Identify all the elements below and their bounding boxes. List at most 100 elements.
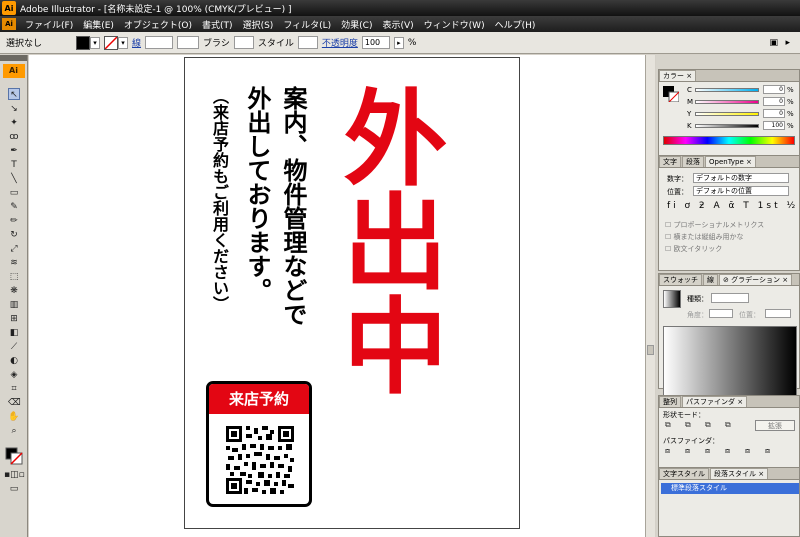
app-menu-icon[interactable]: Ai — [2, 18, 16, 30]
message-line-2[interactable]: 外出しております。 — [241, 86, 273, 302]
opacity-field[interactable]: 100 — [361, 36, 390, 49]
tab-pathfinder[interactable]: パスファインダ × — [682, 396, 748, 407]
reservation-qr-card[interactable]: 来店予約 — [206, 381, 312, 507]
magic-wand-tool-icon[interactable]: ✦ — [8, 117, 20, 129]
stroke-weight-field[interactable] — [145, 36, 174, 49]
fill-stroke-icon[interactable] — [5, 447, 23, 465]
opentype-feature-icons[interactable]: fi ơ ƻ A ᾱ T 1st ½ — [667, 201, 798, 211]
stroke-label[interactable]: 線 — [132, 36, 141, 49]
menu-view[interactable]: 表示(V) — [377, 18, 418, 31]
color-mode-icons[interactable]: ▪◫▫ — [4, 469, 25, 481]
slice-tool-icon[interactable]: ⌗ — [8, 383, 20, 395]
tab-paragraph-styles[interactable]: 段落スタイル × — [710, 468, 769, 479]
checkbox-kana[interactable]: ☐ 横または縦組み用かな — [665, 232, 744, 242]
checkbox-roman-italics[interactable]: ☐ 欧文イタリック — [665, 244, 722, 254]
gradient-location-field[interactable] — [765, 309, 791, 318]
document-canvas[interactable]: 外出中 案内、物件管理などで 外出しております。 （来店予約もご利用ください） … — [29, 55, 645, 537]
live-paint-tool-icon[interactable]: ◈ — [8, 369, 20, 381]
symbol-sprayer-tool-icon[interactable]: ❋ — [8, 285, 20, 297]
channel-k-slider[interactable] — [695, 124, 759, 128]
position-select[interactable]: デフォルトの位置 — [693, 186, 789, 196]
lasso-tool-icon[interactable]: ꝏ — [8, 131, 20, 143]
pencil-tool-icon[interactable]: ✏ — [8, 215, 20, 227]
paintbrush-tool-icon[interactable]: ✎ — [8, 201, 20, 213]
gradient-tool-icon[interactable]: ◧ — [8, 327, 20, 339]
color-fill-stroke-icon[interactable] — [663, 86, 680, 103]
channel-y-slider[interactable] — [695, 112, 759, 116]
tab-opentype[interactable]: OpenType × — [705, 156, 756, 167]
menu-window[interactable]: ウィンドウ(W) — [419, 18, 490, 31]
color-spectrum-bar[interactable] — [663, 136, 795, 145]
style-list-item[interactable]: 標準段落スタイル — [661, 483, 799, 494]
crop-icon[interactable]: ⧈ — [725, 446, 730, 456]
hand-tool-icon[interactable]: ✋ — [8, 411, 20, 423]
pen-tool-icon[interactable]: ✒ — [8, 145, 20, 157]
tab-stroke[interactable]: 線 — [703, 274, 718, 285]
channel-y-value[interactable]: 0 — [763, 109, 785, 118]
screen-mode-icon[interactable]: ▭ — [8, 483, 20, 495]
divide-icon[interactable]: ⧈ — [665, 446, 670, 456]
panel-options-icon[interactable]: ▣ — [769, 38, 778, 48]
eraser-tool-icon[interactable]: ⌫ — [8, 397, 21, 409]
tab-character[interactable]: 文字 — [659, 156, 681, 167]
channel-c-slider[interactable] — [695, 88, 759, 92]
menu-effect[interactable]: 効果(C) — [336, 18, 377, 31]
tab-gradient[interactable]: ⊘ グラデーション × — [719, 274, 793, 285]
menu-object[interactable]: オブジェクト(O) — [119, 18, 197, 31]
gradient-type-select[interactable] — [711, 293, 749, 303]
graph-tool-icon[interactable]: ▥ — [8, 299, 20, 311]
direct-selection-tool-icon[interactable]: ↘ — [8, 103, 20, 115]
opacity-label[interactable]: 不透明度 — [322, 36, 358, 49]
exclude-icon[interactable]: ⧉ — [725, 420, 731, 430]
opacity-dropdown-icon[interactable]: ▸ — [393, 36, 404, 49]
line-tool-icon[interactable]: ╲ — [8, 173, 20, 185]
trim-icon[interactable]: ⧈ — [685, 446, 690, 456]
gradient-angle-field[interactable] — [709, 309, 733, 318]
tab-swatches[interactable]: スウォッチ — [659, 274, 702, 285]
tab-paragraph[interactable]: 段落 — [682, 156, 704, 167]
intersect-icon[interactable]: ⧉ — [705, 420, 711, 430]
selection-tool-icon[interactable]: ↖ — [8, 88, 20, 100]
brush-field[interactable] — [233, 36, 254, 49]
channel-m-value[interactable]: 0 — [763, 97, 785, 106]
scale-tool-icon[interactable]: ⤢ — [8, 243, 20, 255]
canvas-vertical-scrollbar[interactable] — [645, 55, 655, 537]
rotate-tool-icon[interactable]: ↻ — [8, 229, 20, 241]
menu-arrow-icon[interactable]: ▸ — [785, 38, 790, 48]
zoom-tool-icon[interactable]: ⌕ — [8, 425, 20, 437]
headline-text[interactable]: 外出中 — [325, 84, 457, 396]
free-transform-tool-icon[interactable]: ⬚ — [8, 271, 20, 283]
scrollbar-thumb[interactable] — [647, 345, 654, 355]
artboard[interactable]: 外出中 案内、物件管理などで 外出しております。 （来店予約もご利用ください） … — [184, 57, 520, 529]
message-line-1[interactable]: 案内、物件管理などで — [277, 86, 309, 326]
checkbox-proportional-metrics[interactable]: ☐ プロポーショナルメトリクス — [665, 220, 764, 230]
merge-icon[interactable]: ⧈ — [705, 446, 710, 456]
mesh-tool-icon[interactable]: ⊞ — [8, 313, 20, 325]
eyedropper-tool-icon[interactable]: ⟋ — [8, 341, 20, 353]
stroke-swatch[interactable]: ▾ — [104, 35, 128, 50]
channel-c-value[interactable]: 0 — [763, 85, 785, 94]
minus-back-icon[interactable]: ⧈ — [765, 446, 770, 456]
menu-select[interactable]: 選択(S) — [238, 18, 279, 31]
unite-icon[interactable]: ⧉ — [665, 420, 671, 430]
expand-button[interactable]: 拡張 — [755, 420, 795, 431]
channel-m-slider[interactable] — [695, 100, 759, 104]
stroke-style-field[interactable] — [177, 36, 200, 49]
channel-k-value[interactable]: 100 — [763, 121, 785, 130]
tab-color[interactable]: カラー × — [659, 70, 697, 81]
menu-filter[interactable]: フィルタ(L) — [278, 18, 336, 31]
menu-edit[interactable]: 編集(E) — [78, 18, 119, 31]
numeral-select[interactable]: デフォルトの数字 — [693, 173, 789, 183]
tab-character-styles[interactable]: 文字スタイル — [659, 468, 709, 479]
menu-help[interactable]: ヘルプ(H) — [490, 18, 541, 31]
type-tool-icon[interactable]: T — [8, 159, 20, 171]
gradient-ramp[interactable] — [663, 326, 797, 396]
gradient-preview-swatch[interactable] — [663, 290, 681, 308]
tab-align[interactable]: 整列 — [659, 396, 681, 407]
minus-front-icon[interactable]: ⧉ — [685, 420, 691, 430]
fill-swatch[interactable]: ▾ — [76, 35, 100, 50]
blend-tool-icon[interactable]: ◐ — [8, 355, 20, 367]
rectangle-tool-icon[interactable]: ▭ — [8, 187, 20, 199]
outline-icon[interactable]: ⧈ — [745, 446, 750, 456]
style-field[interactable] — [297, 36, 318, 49]
